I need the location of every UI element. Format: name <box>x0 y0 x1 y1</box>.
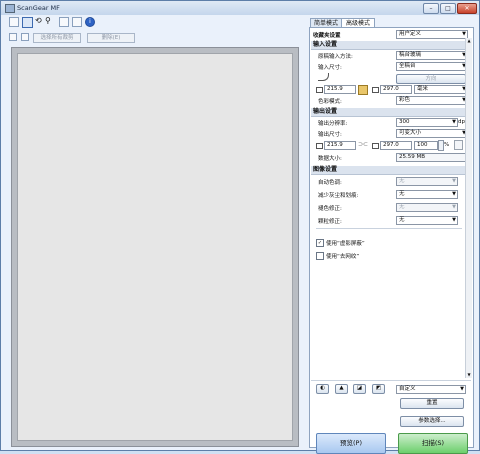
window-title: ScanGear MF <box>17 4 60 12</box>
zoom-icon[interactable]: ⚲ <box>45 17 53 25</box>
auto-tone-select[interactable]: 无 ▼ <box>396 177 458 186</box>
preferences-button[interactable]: 参数选择... <box>400 416 464 427</box>
advanced-mode-panel: 收藏夹设置 用户定义▼ 输入设置 原稿输入方法: 稿台玻璃▼ 输入尺寸: 全稿台… <box>309 27 474 454</box>
output-height-field[interactable]: 297.0 <box>380 141 412 150</box>
link-icon: ⊃⊂ <box>358 141 369 148</box>
orientation-icon <box>318 73 329 81</box>
output-size-select[interactable]: 可变大小▼ <box>396 129 468 138</box>
scroll-up-icon[interactable]: ▲ <box>466 38 472 44</box>
input-width-field[interactable]: 215.9 <box>324 85 356 94</box>
delete-icon[interactable] <box>72 17 82 27</box>
chevron-down-icon: ▼ <box>452 119 456 125</box>
favorite-label: 收藏夹设置 <box>313 33 341 39</box>
fade-select[interactable]: 无 ▼ <box>396 203 458 212</box>
output-size-label: 输出尺寸: <box>318 132 342 138</box>
preview-page[interactable] <box>17 53 293 441</box>
moire-label: 使用“去网纹” <box>326 254 360 260</box>
app-icon <box>5 4 15 13</box>
delete-crop-button[interactable]: 删除(E) <box>87 33 135 43</box>
maximize-button[interactable]: □ <box>440 3 456 14</box>
chevron-down-icon: ▼ <box>452 178 456 184</box>
divider <box>316 228 462 229</box>
crop-frame-icon[interactable] <box>9 33 17 41</box>
unsharp-checkbox[interactable]: ✓ <box>316 239 324 247</box>
select-all-crops-button[interactable]: 选择所有裁剪 <box>33 33 81 43</box>
settings-scrollbar[interactable]: ▲ ▼ <box>465 38 472 378</box>
input-size-select[interactable]: 全稿台▼ <box>396 62 468 71</box>
dust-select[interactable]: 无 ▼ <box>396 190 458 199</box>
chevron-down-icon: ▼ <box>452 191 456 197</box>
crop-multi-icon[interactable] <box>21 33 29 41</box>
color-mode-select[interactable]: 彩色▼ <box>396 96 468 105</box>
grain-select[interactable]: 无 ▼ <box>396 216 458 225</box>
close-button[interactable]: ✕ <box>457 3 477 14</box>
chevron-down-icon: ▼ <box>462 31 466 37</box>
unsharp-label: 使用“虚影屏蔽” <box>326 241 365 247</box>
input-settings-header: 输入设置 <box>311 41 466 50</box>
resolution-label: 输出分辨率: <box>318 121 348 127</box>
fit-icon[interactable] <box>59 17 69 27</box>
height-icon <box>372 143 379 149</box>
favorite-select[interactable]: 用户定义 ▼ <box>396 30 468 39</box>
width-icon <box>316 143 323 149</box>
divider <box>311 380 471 381</box>
scroll-down-icon[interactable]: ▼ <box>466 372 472 378</box>
color-mode-label: 色彩模式: <box>318 99 342 105</box>
scale-lock-icon[interactable] <box>454 140 463 150</box>
preview-area[interactable] <box>11 47 299 447</box>
output-width-field[interactable]: 215.9 <box>324 141 356 150</box>
brightness-icon[interactable]: ◐ <box>316 384 329 394</box>
input-size-label: 输入尺寸: <box>318 65 342 71</box>
toolbar: ⟲ ⚲ i <box>3 16 303 28</box>
crop-icon[interactable] <box>9 17 19 27</box>
width-icon <box>316 87 323 93</box>
source-select[interactable]: 稿台玻璃▼ <box>396 51 468 60</box>
unit-select[interactable]: 毫米▼ <box>414 85 468 94</box>
rotate-icon[interactable]: ⟲ <box>35 17 43 25</box>
reset-button[interactable]: 重置 <box>400 398 464 409</box>
auto-tone-label: 自动色调: <box>318 180 342 186</box>
histogram-icon[interactable]: ▲ <box>335 384 348 394</box>
chevron-down-icon: ▼ <box>452 204 456 210</box>
chevron-down-icon: ▼ <box>452 217 456 223</box>
crop-toolbar: 选择所有裁剪 删除(E) <box>3 32 303 44</box>
data-size-field: 25.59 MB <box>396 153 466 162</box>
scangear-window: ScanGear MF – □ ✕ ⟲ ⚲ i 选择所有裁剪 删除(E) 简单模… <box>0 0 480 454</box>
settings-panel: 简单模式 高级模式 收藏夹设置 用户定义▼ 输入设置 原稿输入方法: 稿台玻璃▼… <box>309 18 474 454</box>
minimize-button[interactable]: – <box>423 3 439 14</box>
threshold-icon[interactable]: ◩ <box>372 384 385 394</box>
lock-ratio-icon[interactable] <box>358 85 368 95</box>
height-icon <box>372 87 379 93</box>
data-size-label: 数据大小: <box>318 156 342 162</box>
scale-field[interactable]: 100 <box>414 141 438 150</box>
moire-checkbox[interactable] <box>316 252 324 260</box>
image-settings-header: 图像设置 <box>311 166 466 175</box>
fade-label: 褪色修正: <box>318 206 342 212</box>
title-bar: ScanGear MF – □ ✕ <box>1 1 479 15</box>
info-icon[interactable]: i <box>85 17 95 27</box>
curve-icon[interactable]: ◪ <box>353 384 366 394</box>
select-icon[interactable] <box>22 17 33 28</box>
dust-label: 减少灰尘和划痕: <box>318 193 359 199</box>
source-label: 原稿输入方法: <box>318 54 353 60</box>
tone-preset-select[interactable]: 自定义 ▼ <box>396 385 466 394</box>
resolution-select[interactable]: 300 ▼ <box>396 118 458 127</box>
grain-label: 颗粒修正: <box>318 219 342 225</box>
output-settings-header: 输出设置 <box>311 108 466 117</box>
direction-button[interactable]: 方向 <box>396 74 466 84</box>
scale-unit: % <box>444 142 450 148</box>
input-height-field[interactable]: 297.0 <box>380 85 412 94</box>
chevron-down-icon: ▼ <box>460 386 464 392</box>
